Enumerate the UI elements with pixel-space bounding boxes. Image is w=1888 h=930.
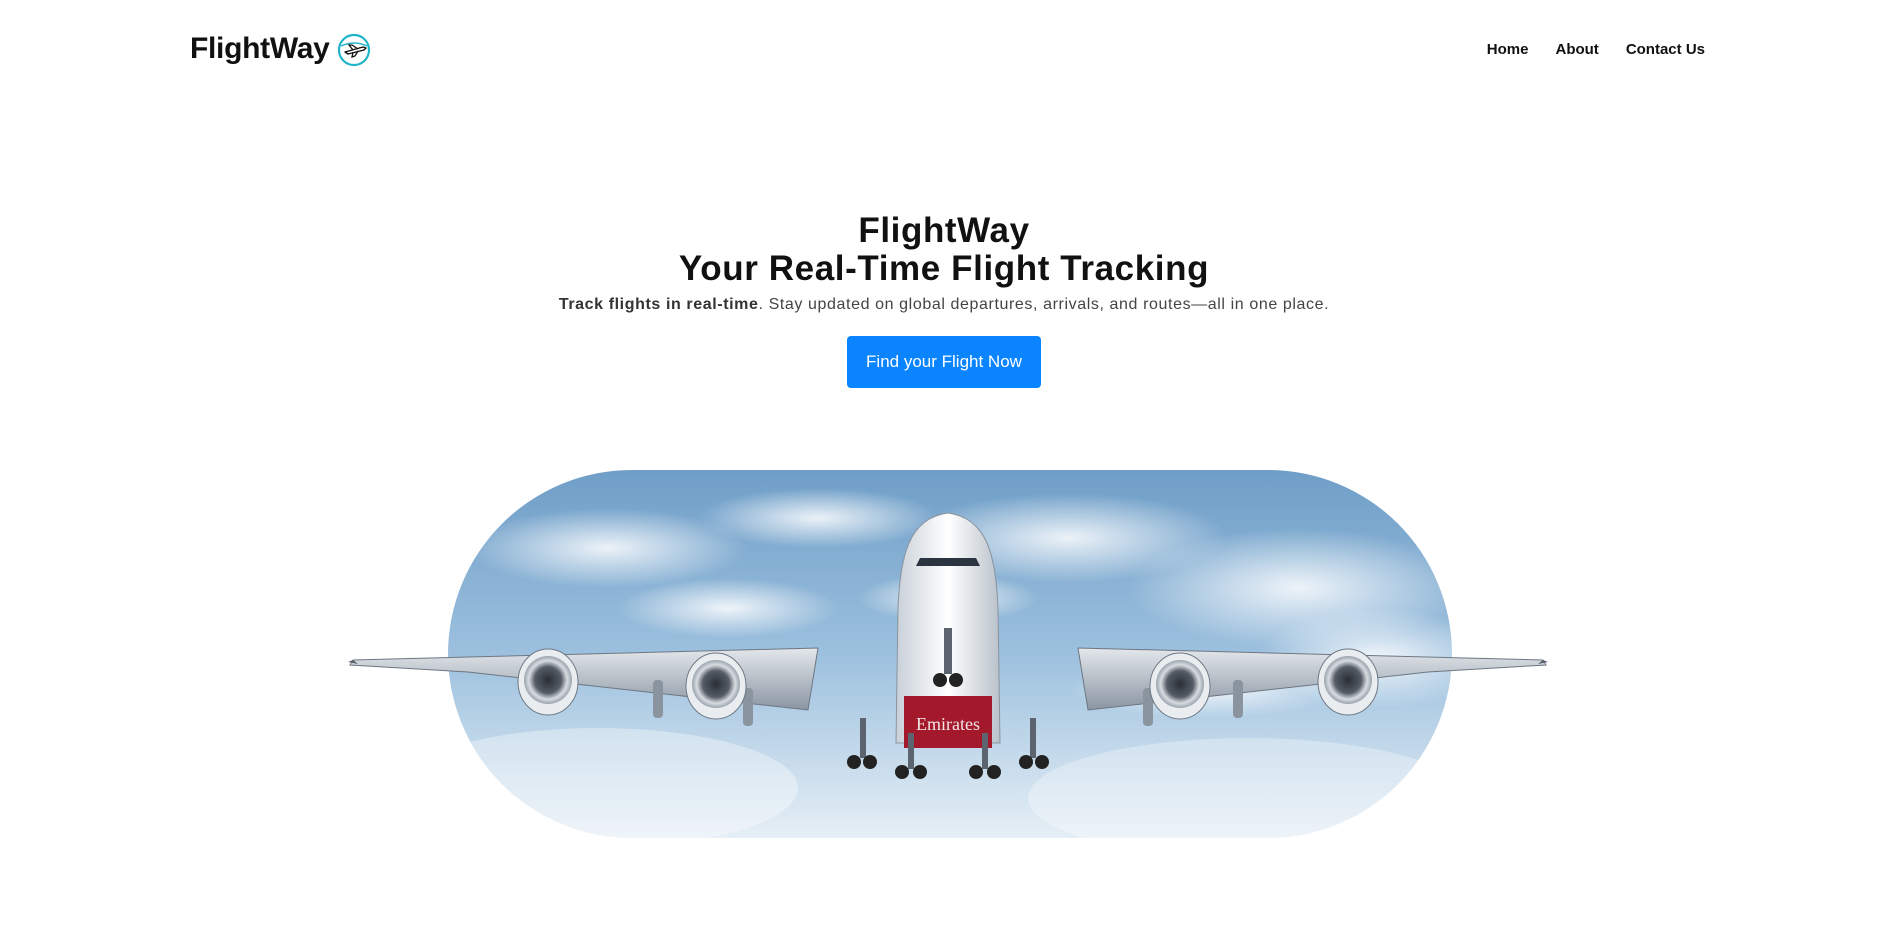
- hero-subtitle: Track flights in real-time. Stay updated…: [0, 296, 1888, 314]
- nav-home[interactable]: Home: [1487, 41, 1529, 58]
- hero-title: FlightWay Your Real-Time Flight Tracking: [0, 212, 1888, 288]
- logo-text: FlightWay: [190, 32, 330, 65]
- site-header: FlightWay Home About Contact Us: [0, 0, 1888, 100]
- plane-globe-icon: [337, 33, 370, 67]
- nav-about[interactable]: About: [1555, 41, 1598, 58]
- page: FlightWay Home About Contact Us FlightWa…: [0, 0, 1888, 930]
- hero-subtitle-text: . Stay updated on global departures, arr…: [758, 296, 1330, 313]
- nav-contact-us[interactable]: Contact Us: [1626, 41, 1705, 58]
- hero-section: FlightWay Your Real-Time Flight Tracking…: [0, 212, 1888, 388]
- hero-subtitle-bold: Track flights in real-time: [558, 296, 759, 313]
- hero-image: Emirates: [348, 458, 1548, 838]
- hero-title-brand: FlightWay: [858, 211, 1030, 250]
- hero-title-tagline: Your Real-Time Flight Tracking: [678, 249, 1210, 288]
- livery-text: Emirates: [916, 714, 980, 734]
- main-nav: Home About Contact Us: [1487, 41, 1705, 58]
- find-flight-button[interactable]: Find your Flight Now: [847, 336, 1041, 388]
- logo-link[interactable]: FlightWay: [190, 30, 372, 68]
- airliner-landing-photo: Emirates: [348, 470, 1548, 838]
